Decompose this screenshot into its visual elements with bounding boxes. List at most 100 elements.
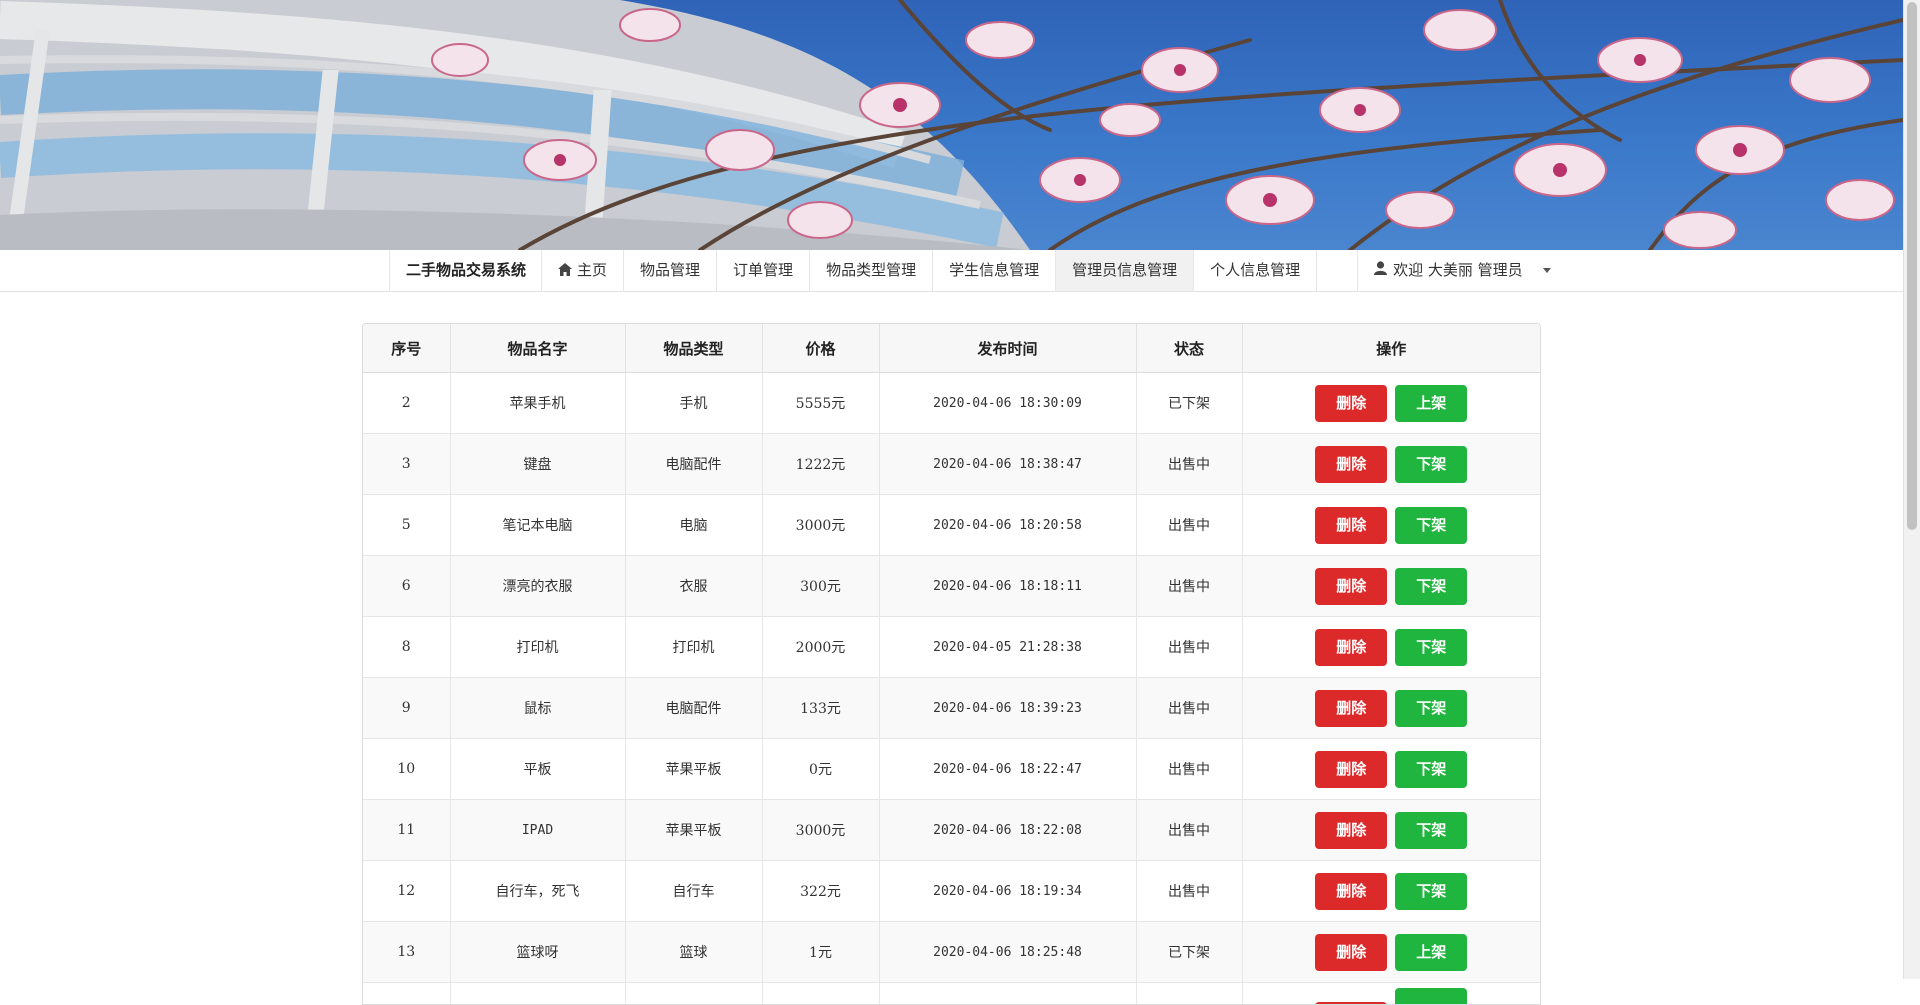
- cell-type: 苹果平板: [625, 800, 762, 861]
- caret-down-icon: [1543, 268, 1551, 273]
- cell-type: 自行车: [625, 861, 762, 922]
- nav-item-profile[interactable]: 个人信息管理: [1193, 250, 1316, 291]
- delete-button[interactable]: 删除: [1315, 1002, 1387, 1005]
- cell-name: IPAD: [450, 800, 625, 861]
- cell-price: 300元: [762, 556, 879, 617]
- scrollbar-thumb[interactable]: [1907, 2, 1917, 530]
- cell-name: 键盘: [450, 434, 625, 495]
- cell-time: 2020-04-06 18:25:48: [879, 922, 1136, 983]
- cell-status: 出售中: [1136, 495, 1242, 556]
- toggle-listing-button[interactable]: 上架: [1395, 385, 1467, 422]
- cell-type: 电脑: [625, 495, 762, 556]
- cell-time: 2020-04-06 18:22:08: [879, 800, 1136, 861]
- cell-price: 3000元: [762, 495, 879, 556]
- toggle-listing-button[interactable]: 下架: [1395, 751, 1467, 788]
- table-row: 3 键盘 电脑配件 1222元 2020-04-06 18:38:47 出售中 …: [363, 434, 1540, 495]
- column-header-name: 物品名字: [450, 324, 625, 373]
- user-dropdown[interactable]: 欢迎 大美丽 管理员: [1357, 250, 1565, 291]
- cell-status: 出售中: [1136, 434, 1242, 495]
- cell-status: 出售中: [1136, 617, 1242, 678]
- nav-item-students[interactable]: 学生信息管理: [932, 250, 1055, 291]
- toggle-listing-button[interactable]: 下架: [1395, 568, 1467, 605]
- delete-button[interactable]: 删除: [1315, 873, 1387, 910]
- delete-button[interactable]: 删除: [1315, 934, 1387, 971]
- cell-type: 衣服: [625, 556, 762, 617]
- table-row: 10 平板 苹果平板 0元 2020-04-06 18:22:47 出售中 删除…: [363, 739, 1540, 800]
- cell-name: 打印机: [450, 617, 625, 678]
- cell-time: 2020-04-06 18:20:58: [879, 495, 1136, 556]
- cell-actions: 删除下架: [1242, 556, 1540, 617]
- cell-status: 已下架: [1136, 373, 1242, 434]
- cell-time: 2020-04-06 18:30:09: [879, 373, 1136, 434]
- nav-divider: [1316, 250, 1357, 291]
- table-row: 11 IPAD 苹果平板 3000元 2020-04-06 18:22:08 出…: [363, 800, 1540, 861]
- cell-name: 篮球呀: [450, 922, 625, 983]
- toggle-listing-button[interactable]: 下架: [1395, 690, 1467, 727]
- cell-status: 出售中: [1136, 678, 1242, 739]
- delete-button[interactable]: 删除: [1315, 629, 1387, 666]
- cell-time: 2020-04-06 18:39:23: [879, 678, 1136, 739]
- cell-actions: 删除下架: [1242, 800, 1540, 861]
- delete-button[interactable]: 删除: [1315, 812, 1387, 849]
- cell-status: 出售中: [1136, 800, 1242, 861]
- toggle-listing-button[interactable]: 下架: [1395, 812, 1467, 849]
- delete-button[interactable]: 删除: [1315, 690, 1387, 727]
- cell-time: 2020-04-06 18:19:34: [879, 861, 1136, 922]
- cell-id: 9: [363, 678, 450, 739]
- cell-price: 5555元: [762, 373, 879, 434]
- cell-status: 出售中: [1136, 861, 1242, 922]
- toggle-listing-button[interactable]: [1395, 988, 1467, 1005]
- cell-price: 133元: [762, 678, 879, 739]
- cell-name: 漂亮的衣服: [450, 556, 625, 617]
- cell-name: 笔记本电脑: [450, 495, 625, 556]
- user-greeting: 欢迎 大美丽 管理员: [1393, 250, 1523, 291]
- cell-id: 3: [363, 434, 450, 495]
- toggle-listing-button[interactable]: 下架: [1395, 446, 1467, 483]
- nav-brand[interactable]: 二手物品交易系统: [389, 250, 541, 291]
- delete-button[interactable]: 删除: [1315, 568, 1387, 605]
- table-row: 8 打印机 打印机 2000元 2020-04-05 21:28:38 出售中 …: [363, 617, 1540, 678]
- cell-time: 2020-04-05 21:28:38: [879, 617, 1136, 678]
- toggle-listing-button[interactable]: 下架: [1395, 507, 1467, 544]
- cell-type: 打印机: [625, 617, 762, 678]
- toggle-listing-button[interactable]: 上架: [1395, 934, 1467, 971]
- delete-button[interactable]: 删除: [1315, 751, 1387, 788]
- cell-status: 出售中: [1136, 556, 1242, 617]
- cell-actions: 删除下架: [1242, 495, 1540, 556]
- nav-item-goods[interactable]: 物品管理: [623, 250, 716, 291]
- nav-item-goods-types[interactable]: 物品类型管理: [809, 250, 932, 291]
- delete-button[interactable]: 删除: [1315, 385, 1387, 422]
- delete-button[interactable]: 删除: [1315, 446, 1387, 483]
- table-row: 13 篮球呀 篮球 1元 2020-04-06 18:25:48 已下架 删除上…: [363, 922, 1540, 983]
- nav-item-orders[interactable]: 订单管理: [716, 250, 809, 291]
- cell-type: 手机: [625, 373, 762, 434]
- table-row: 6 漂亮的衣服 衣服 300元 2020-04-06 18:18:11 出售中 …: [363, 556, 1540, 617]
- table-row: 2 苹果手机 手机 5555元 2020-04-06 18:30:09 已下架 …: [363, 373, 1540, 434]
- cell-price: 322元: [762, 861, 879, 922]
- cell-type: [625, 983, 762, 1005]
- cell-status: 已下架: [1136, 922, 1242, 983]
- cell-id: 12: [363, 861, 450, 922]
- nav-item-admins[interactable]: 管理员信息管理: [1055, 250, 1193, 291]
- page-scrollbar[interactable]: [1903, 0, 1920, 979]
- delete-button[interactable]: 删除: [1315, 507, 1387, 544]
- cell-name: 平板: [450, 739, 625, 800]
- cell-price: 0元: [762, 739, 879, 800]
- toggle-listing-button[interactable]: 下架: [1395, 629, 1467, 666]
- cell-id: 6: [363, 556, 450, 617]
- cell-name: 自行车，死飞: [450, 861, 625, 922]
- cell-actions: 删除: [1242, 983, 1540, 1005]
- cell-price: 3000元: [762, 800, 879, 861]
- cell-type: 苹果平板: [625, 739, 762, 800]
- cell-id: 2: [363, 373, 450, 434]
- cell-price: 1元: [762, 922, 879, 983]
- nav-item-home[interactable]: 主页: [541, 250, 623, 291]
- cell-id: 5: [363, 495, 450, 556]
- cell-time: 2020-04-06 18:22:47: [879, 739, 1136, 800]
- cell-actions: 删除上架: [1242, 373, 1540, 434]
- nav-menu: 二手物品交易系统 主页 物品管理 订单管理 物品类型管理 学生信息管理 管理员信…: [389, 250, 1565, 291]
- column-header-price: 价格: [762, 324, 879, 373]
- cell-name: [450, 983, 625, 1005]
- toggle-listing-button[interactable]: 下架: [1395, 873, 1467, 910]
- table-row: 9 鼠标 电脑配件 133元 2020-04-06 18:39:23 出售中 删…: [363, 678, 1540, 739]
